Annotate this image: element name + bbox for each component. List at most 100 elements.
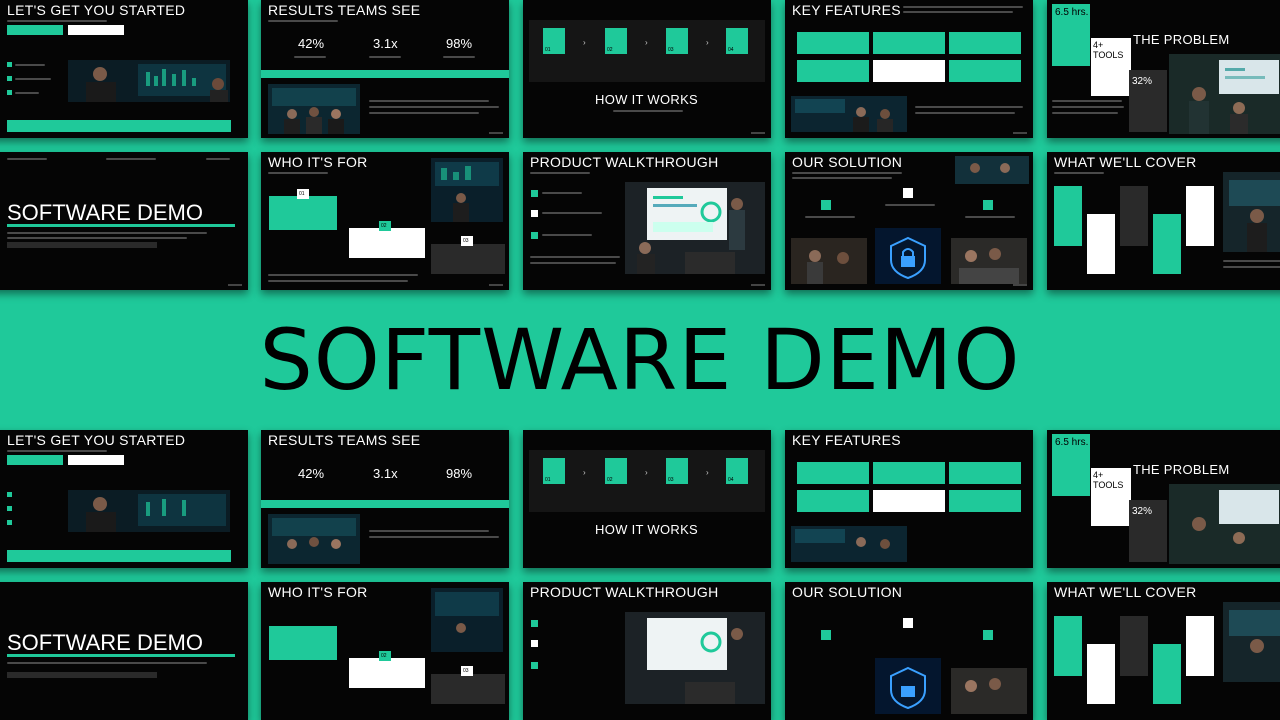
stat-percent: 32% <box>1132 506 1153 517</box>
stat-caption <box>369 56 401 58</box>
benefit-text <box>885 204 935 206</box>
slide-key-features[interactable]: KEY FEATURES <box>785 0 1033 138</box>
page-number <box>489 284 503 286</box>
team-meeting-photo <box>1169 54 1280 134</box>
slide-get-started[interactable]: LET'S GET YOU STARTED <box>0 430 248 568</box>
stat-hours: 6.5 hrs. <box>1055 437 1089 448</box>
stat-value-3: 98% <box>446 466 473 481</box>
body-line <box>530 256 620 258</box>
team-photo <box>268 514 360 564</box>
slide-cover-list[interactable]: WHAT WE'LL COVER <box>1047 152 1280 290</box>
accent-band <box>261 70 509 78</box>
slide-title: HOW IT WORKS <box>595 522 699 537</box>
slide-title: THE PROBLEM <box>1133 462 1230 477</box>
slide-grid-bottom: LET'S GET YOU STARTED RESULTS TEAMS SEE … <box>0 430 1280 720</box>
feature-card <box>949 490 1021 512</box>
persona-card-2 <box>349 228 425 258</box>
subtitle-line <box>613 110 683 112</box>
slide-problem[interactable]: 6.5 hrs. 4+ TOOLS 32% THE PROBLEM <box>1047 430 1280 568</box>
subtitle-line <box>1054 172 1104 174</box>
body-line <box>369 112 479 114</box>
body-line <box>1223 260 1280 262</box>
team-photo <box>268 84 360 134</box>
slide-walkthrough[interactable]: PRODUCT WALKTHROUGH <box>523 152 771 290</box>
slide-solution[interactable]: OUR SOLUTION <box>785 582 1033 720</box>
benefit-icon <box>983 200 993 210</box>
step-icon <box>531 662 538 669</box>
slide-walkthrough[interactable]: PRODUCT WALKTHROUGH <box>523 582 771 720</box>
stat-value-2: 3.1x <box>373 466 398 481</box>
collaboration-photo <box>951 238 1027 284</box>
slide-title: OUR SOLUTION <box>792 154 903 170</box>
accent-band <box>7 224 235 227</box>
page-number <box>1013 284 1027 286</box>
step-number: 04 <box>728 47 734 53</box>
bullet-text <box>15 78 51 80</box>
slide-cover[interactable]: SOFTWARE DEMO <box>0 152 248 290</box>
slide-how-it-works[interactable]: 01 02 03 04 › › › HOW IT WORKS <box>523 430 771 568</box>
step-number: 04 <box>728 477 734 483</box>
step-text <box>542 234 592 236</box>
persona-card-3 <box>431 674 505 704</box>
persona-number: 02 <box>381 223 387 229</box>
slide-title: WHAT WE'LL COVER <box>1054 154 1197 170</box>
slide-how-it-works[interactable]: 01 02 03 04 › › › HOW IT WORKS <box>523 0 771 138</box>
agenda-card <box>1120 616 1148 676</box>
slide-who[interactable]: WHO IT'S FOR 02 03 <box>261 582 509 720</box>
stat-hours: 6.5 hrs. <box>1055 7 1089 18</box>
subtitle-line <box>268 20 338 22</box>
stat-tools: 4+ TOOLS <box>1093 40 1124 60</box>
chevron-right-icon: › <box>645 38 648 47</box>
step-icon <box>531 620 538 627</box>
chevron-right-icon: › <box>706 468 709 477</box>
slide-get-started[interactable]: LET'S GET YOU STARTED <box>0 0 248 138</box>
presenter-band <box>7 672 157 678</box>
feature-card <box>873 32 945 54</box>
bullet-icon <box>7 76 12 81</box>
benefit-icon <box>821 200 831 210</box>
presenter-photo <box>1223 172 1280 252</box>
slide-results[interactable]: RESULTS TEAMS SEE 42% 3.1x 98% <box>261 0 509 138</box>
slide-solution[interactable]: OUR SOLUTION <box>785 152 1033 290</box>
slide-problem[interactable]: 6.5 hrs. 4+ TOOLS 32% THE PROBLEM <box>1047 0 1280 138</box>
bullet-text <box>15 64 45 66</box>
step-text <box>542 192 582 194</box>
body-line <box>7 662 207 664</box>
collaboration-photo <box>951 668 1027 714</box>
benefit-icon <box>821 630 831 640</box>
footer-band <box>7 550 231 562</box>
secondary-cta-button <box>68 455 124 465</box>
agenda-card <box>1087 214 1115 274</box>
step-icon <box>531 640 538 647</box>
accent-band <box>7 654 235 657</box>
agenda-card <box>1120 186 1148 246</box>
persona-card-3 <box>431 244 505 274</box>
security-lock-image <box>875 658 941 714</box>
slide-title: PRODUCT WALKTHROUGH <box>530 584 719 600</box>
stat-tools: 4+ TOOLS <box>1093 470 1124 490</box>
slide-title: RESULTS TEAMS SEE <box>268 2 421 18</box>
stat-caption <box>443 56 475 58</box>
subtitle-line <box>7 20 107 22</box>
slide-results[interactable]: RESULTS TEAMS SEE 42% 3.1x 98% <box>261 430 509 568</box>
benefit-icon <box>983 630 993 640</box>
slide-who[interactable]: WHO IT'S FOR 01 02 03 <box>261 152 509 290</box>
body-line <box>369 106 499 108</box>
slide-cover-list[interactable]: WHAT WE'LL COVER <box>1047 582 1280 720</box>
server-room-photo <box>431 158 503 222</box>
slide-key-features[interactable]: KEY FEATURES <box>785 430 1033 568</box>
page-number <box>751 284 765 286</box>
step-number: 01 <box>545 477 551 483</box>
persona-card-1 <box>269 196 337 230</box>
intro-line <box>792 177 892 179</box>
header-line <box>7 158 47 160</box>
slide-cover[interactable]: SOFTWARE DEMO <box>0 582 248 720</box>
feature-card <box>797 32 869 54</box>
chevron-right-icon: › <box>706 38 709 47</box>
office-photo <box>791 526 907 562</box>
body-line <box>1052 112 1118 114</box>
step-number: 02 <box>607 477 613 483</box>
feature-card <box>873 462 945 484</box>
team-photo <box>955 156 1029 184</box>
persona-card-1 <box>269 626 337 660</box>
